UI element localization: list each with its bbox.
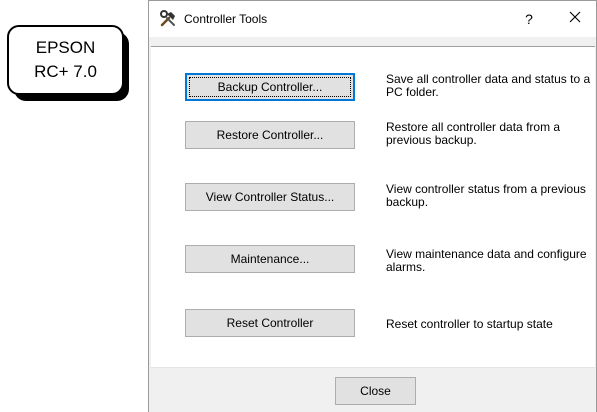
view-controller-status-button[interactable]: View Controller Status... [185,183,355,211]
help-label: ? [525,11,533,27]
maintenance-label: Maintenance... [230,252,310,266]
help-button[interactable]: ? [511,5,547,33]
backup-controller-description: Save all controller data and status to a… [386,72,591,99]
close-button-label: Close [360,384,391,398]
backup-controller-button[interactable]: Backup Controller... [185,73,355,101]
restore-controller-label: Restore Controller... [216,128,324,142]
reset-controller-description: Reset controller to startup state [386,317,553,331]
actions-panel: Backup Controller... Save all controller… [151,46,595,368]
backup-controller-label: Backup Controller... [217,80,323,94]
title-bar: Controller Tools ? [149,1,596,37]
maintenance-button[interactable]: Maintenance... [185,245,355,273]
close-icon [569,10,581,28]
view-controller-status-description: View controller status from a previous b… [386,182,586,209]
maintenance-description: View maintenance data and configure alar… [386,247,587,274]
restore-controller-description: Restore all controller data from a previ… [386,120,561,147]
badge-line-1: EPSON [35,38,96,57]
epson-badge: EPSON RC+ 7.0 [7,25,124,95]
window-title: Controller Tools [184,12,268,26]
tools-icon [159,10,177,28]
close-button[interactable]: Close [335,377,416,405]
badge-line-2: RC+ 7.0 [34,62,97,81]
window-close-button[interactable] [557,5,593,33]
controller-tools-dialog: Controller Tools ? Backup Controller... … [148,0,597,412]
restore-controller-button[interactable]: Restore Controller... [185,121,355,149]
reset-controller-label: Reset Controller [226,316,314,330]
reset-controller-button[interactable]: Reset Controller [185,309,355,337]
view-controller-status-label: View Controller Status... [205,190,335,204]
